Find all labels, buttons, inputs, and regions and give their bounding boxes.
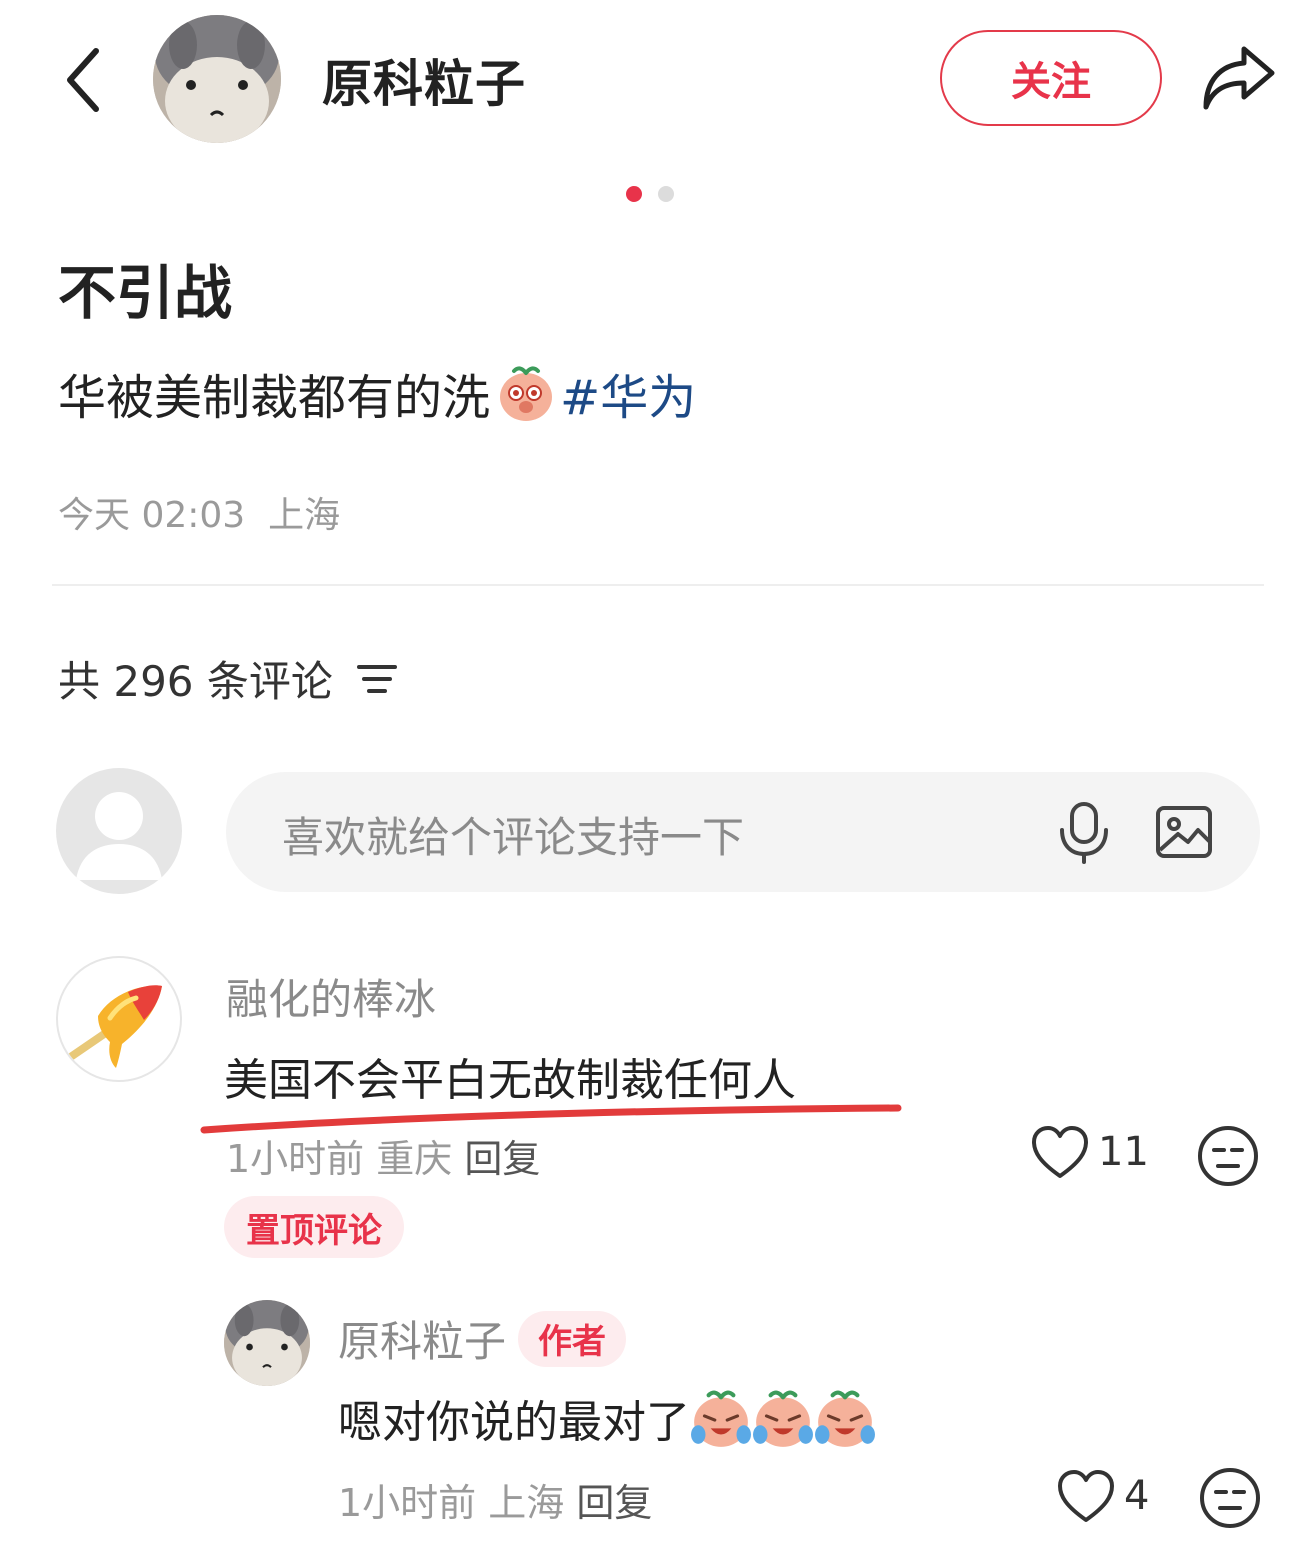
peach-crying-emoji-icon [752,1387,814,1449]
carousel-dot [658,186,674,202]
divider [52,584,1264,586]
author-avatar[interactable] [153,15,281,143]
reply-meta: 1小时前 上海 回复 [338,1472,652,1527]
post-body-text: 华被美制裁都有的洗 [58,370,491,426]
commenter-name[interactable]: 融化的棒冰 [226,966,436,1027]
post-title: 不引战 [58,259,233,327]
microphone-icon [1060,802,1108,864]
reply-reply-button[interactable]: 回复 [576,1481,652,1525]
reply-text: 嗯对你说的最对了 [338,1397,690,1448]
reply-time: 1小时前 [338,1481,477,1525]
commenter-avatar[interactable] [56,956,182,1082]
dislike-button[interactable] [1196,1124,1260,1188]
post-body: 华被美制裁都有的洗 #华为 [58,358,696,428]
reply-avatar[interactable] [224,1300,310,1386]
image-icon [1156,806,1212,858]
author-name[interactable]: 原科粒子 [322,44,526,116]
pinned-badge: 置顶评论 [224,1196,404,1258]
peach-cover-mouth-emoji-icon [496,363,556,423]
heart-icon [1056,1468,1116,1524]
my-avatar [56,768,182,894]
microphone-button[interactable] [1054,800,1114,866]
post-location: 上海 [268,495,341,536]
share-button[interactable] [1196,38,1280,118]
chevron-left-icon [67,48,99,112]
heart-icon [1030,1124,1090,1180]
reply-user-name[interactable]: 原科粒子 [338,1308,506,1369]
post-time: 今天 02:03 [58,495,246,536]
reply-like-button[interactable]: 4 [1056,1468,1149,1524]
follow-button[interactable]: 关注 [940,30,1162,126]
reply-dislike-button[interactable] [1198,1466,1262,1530]
share-arrow-icon [1203,46,1275,110]
meh-face-icon [1196,1124,1260,1188]
comment-location: 重庆 [376,1137,453,1181]
hashtag-link[interactable]: #华为 [560,358,696,428]
carousel-indicator [626,186,674,202]
like-count: 11 [1098,1129,1149,1175]
comment-count-row[interactable]: 共 296 条评论 [58,648,399,709]
peach-crying-emoji-icon [690,1387,752,1449]
image-picker-button[interactable] [1152,800,1216,864]
reply-text-row: 嗯对你说的最对了 [338,1386,876,1450]
post-meta: 今天 02:03 上海 [58,486,340,538]
reply-like-count: 4 [1124,1473,1150,1519]
peach-crying-emoji-icon [814,1387,876,1449]
reply-button[interactable]: 回复 [464,1137,540,1181]
like-button[interactable]: 11 [1030,1124,1149,1180]
comment-meta: 1小时前 重庆 回复 [226,1128,540,1183]
author-badge: 作者 [518,1310,627,1367]
sort-filter-icon[interactable] [355,659,399,699]
reply-user-row: 原科粒子 作者 [338,1308,627,1369]
comment-time: 1小时前 [226,1137,365,1181]
back-button[interactable] [52,40,112,120]
comment-count: 共 296 条评论 [58,657,333,706]
reply-location: 上海 [488,1481,565,1525]
meh-face-icon [1198,1466,1262,1530]
carousel-dot-active [626,186,642,202]
comment-input-placeholder[interactable]: 喜欢就给个评论支持一下 [282,804,744,865]
